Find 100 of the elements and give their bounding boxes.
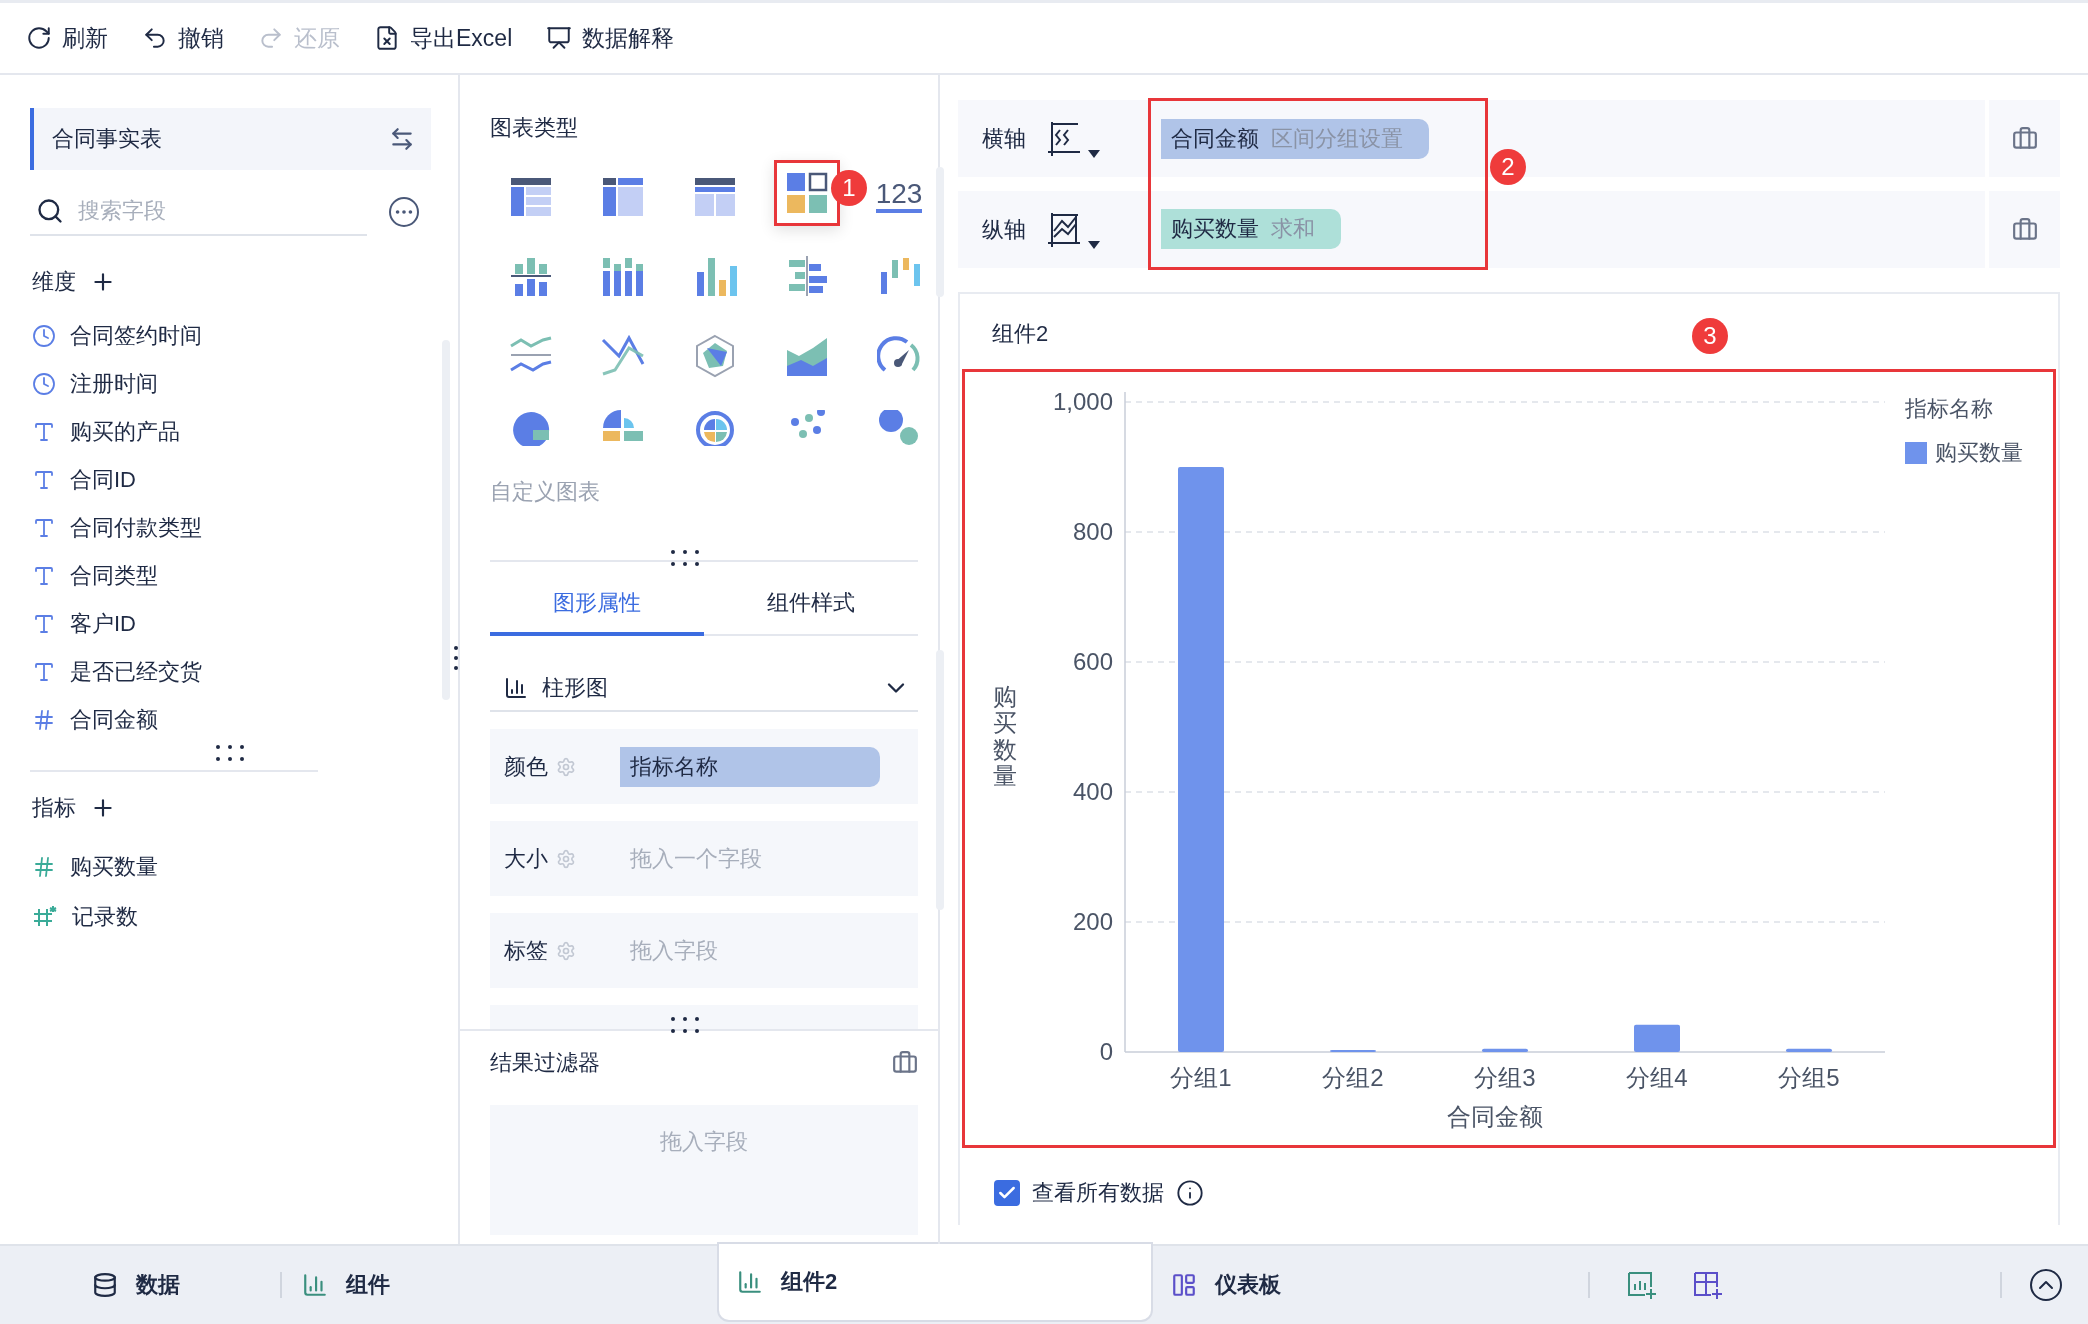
axis-type-button[interactable] bbox=[1046, 119, 1100, 158]
bottom-tab[interactable]: 数据 bbox=[0, 1246, 280, 1324]
y-tick-label: 400 bbox=[1072, 778, 1113, 805]
field-item[interactable]: 合同类型 bbox=[70, 561, 158, 591]
field-item[interactable]: 记录数 bbox=[72, 902, 138, 932]
field-item[interactable]: 合同付款类型 bbox=[70, 513, 202, 543]
drag-handle-icon[interactable] bbox=[670, 1015, 700, 1035]
legend-title: 指标名称 bbox=[1905, 395, 1994, 423]
field-item[interactable]: 购买数量 bbox=[70, 852, 158, 882]
axis-label: 横轴 bbox=[982, 124, 1026, 153]
more-icon[interactable] bbox=[389, 197, 419, 227]
axis-drop-zone[interactable] bbox=[1488, 100, 1985, 177]
column-chart-icon bbox=[302, 1272, 328, 1298]
table-name: 合同事实表 bbox=[52, 125, 162, 153]
legend-swatch bbox=[1905, 442, 1927, 464]
step-badge: 2 bbox=[1490, 149, 1526, 185]
property-label: 大小 bbox=[504, 844, 549, 873]
search-input[interactable]: 搜索字段 bbox=[76, 197, 346, 225]
x-tick-label: 分组3 bbox=[1474, 1064, 1536, 1091]
toolbar-button[interactable]: 数据解释 bbox=[546, 18, 675, 58]
briefcase-icon[interactable] bbox=[892, 1050, 918, 1076]
field-item[interactable]: 客户ID bbox=[70, 609, 136, 639]
drop-hint: 拖入字段 bbox=[630, 936, 718, 965]
bottom-tab[interactable]: 组件 bbox=[282, 1246, 719, 1324]
search-field[interactable]: 搜索字段 bbox=[30, 188, 367, 236]
clock-icon bbox=[32, 324, 56, 348]
field-chip[interactable]: 合同金额 区间分组设置 bbox=[1161, 119, 1429, 159]
radar-chart-icon bbox=[693, 334, 737, 378]
axis-settings-button[interactable] bbox=[1989, 191, 2060, 268]
axis-label: 纵轴 bbox=[982, 215, 1026, 244]
scrollbar[interactable] bbox=[936, 167, 944, 297]
refresh-icon bbox=[26, 25, 52, 51]
section-title: 维度 bbox=[32, 268, 76, 296]
y-tick-label: 200 bbox=[1072, 908, 1113, 935]
caret-icon bbox=[1088, 240, 1100, 249]
bottom-tab[interactable]: 仪表板 bbox=[1151, 1246, 1588, 1324]
undo-icon bbox=[142, 25, 168, 51]
presentation-chart-icon bbox=[546, 25, 573, 51]
table-selector[interactable]: 合同事实表 bbox=[30, 108, 431, 170]
axis-type-button[interactable] bbox=[1046, 210, 1100, 249]
search-icon bbox=[36, 197, 64, 225]
ring-chart-icon bbox=[693, 410, 737, 446]
add-chart-icon bbox=[1626, 1270, 1656, 1300]
x-tick-label: 分组4 bbox=[1626, 1064, 1688, 1091]
add-chart-button[interactable] bbox=[1626, 1270, 1656, 1300]
axis-line-icon bbox=[1046, 210, 1082, 249]
info-icon[interactable] bbox=[1176, 1179, 1204, 1207]
field-item[interactable]: 是否已经交货 bbox=[70, 657, 202, 687]
toolbar-button[interactable]: 刷新 bbox=[26, 18, 108, 58]
chart-kind-dropdown[interactable]: 柱形图 bbox=[490, 666, 918, 712]
x-axis-title: 合同金额 bbox=[1447, 1102, 1543, 1132]
caret-icon bbox=[1088, 149, 1100, 158]
x-tick-label: 分组2 bbox=[1322, 1064, 1384, 1091]
section-title: 图表类型 bbox=[490, 114, 578, 142]
axis-wave-icon bbox=[1046, 119, 1082, 158]
drag-handle-icon[interactable] bbox=[215, 743, 245, 763]
custom-chart-label: 自定义图表 bbox=[490, 478, 600, 506]
briefcase-icon bbox=[2011, 125, 2038, 152]
component-title: 组件2 bbox=[992, 320, 1049, 348]
step-badge: 1 bbox=[831, 170, 867, 206]
field-item[interactable]: 购买的产品 bbox=[70, 417, 180, 447]
toolbar-button[interactable]: 撤销 bbox=[142, 18, 224, 58]
database-icon bbox=[92, 1272, 118, 1298]
property-label: 标签 bbox=[504, 936, 549, 965]
line-chart-icon bbox=[601, 334, 645, 378]
section-title: 指标 bbox=[32, 794, 76, 822]
text-type-icon bbox=[32, 468, 56, 492]
field-item[interactable]: 合同签约时间 bbox=[70, 321, 202, 351]
section-title: 结果过滤器 bbox=[490, 1049, 600, 1077]
y-tick-label: 0 bbox=[1099, 1038, 1113, 1065]
column-chart-icon bbox=[737, 1269, 763, 1295]
hash-icon bbox=[32, 708, 56, 732]
dashboard-icon bbox=[1171, 1272, 1197, 1298]
axis-settings-button[interactable] bbox=[1989, 100, 2060, 177]
legend-label[interactable]: 购买数量 bbox=[1935, 438, 2023, 468]
chart-type-button[interactable] bbox=[774, 159, 840, 226]
field-item[interactable]: 合同金额 bbox=[70, 705, 158, 735]
text-type-icon bbox=[32, 516, 56, 540]
field-chip[interactable]: 指标名称 bbox=[620, 746, 880, 787]
panel-tab[interactable]: 组件样式 bbox=[704, 574, 918, 636]
bar bbox=[1634, 1024, 1680, 1052]
field-chip[interactable]: 购买数量 求和 bbox=[1161, 209, 1341, 249]
field-item[interactable]: 注册时间 bbox=[70, 369, 158, 399]
drag-handle-icon[interactable] bbox=[670, 548, 700, 568]
spreadsheet-icon bbox=[374, 25, 400, 51]
bubble-chart-icon bbox=[877, 410, 921, 446]
bar bbox=[1786, 1048, 1832, 1052]
clock-icon bbox=[32, 372, 56, 396]
card-grid-icon bbox=[785, 170, 829, 215]
checkbox[interactable] bbox=[994, 1180, 1020, 1206]
bar bbox=[1482, 1048, 1528, 1052]
scrollbar[interactable] bbox=[936, 650, 944, 910]
switch-icon[interactable] bbox=[389, 126, 415, 152]
x-tick-label: 分组1 bbox=[1170, 1064, 1232, 1091]
add-dashboard-button[interactable] bbox=[1692, 1270, 1722, 1300]
toolbar-button[interactable]: 导出Excel bbox=[374, 18, 513, 58]
bottom-tab[interactable]: 组件2 bbox=[719, 1244, 1151, 1320]
field-item[interactable]: 合同ID bbox=[70, 465, 136, 495]
chevron-up-icon bbox=[2030, 1269, 2062, 1301]
panel-tab[interactable]: 图形属性 bbox=[490, 574, 704, 636]
